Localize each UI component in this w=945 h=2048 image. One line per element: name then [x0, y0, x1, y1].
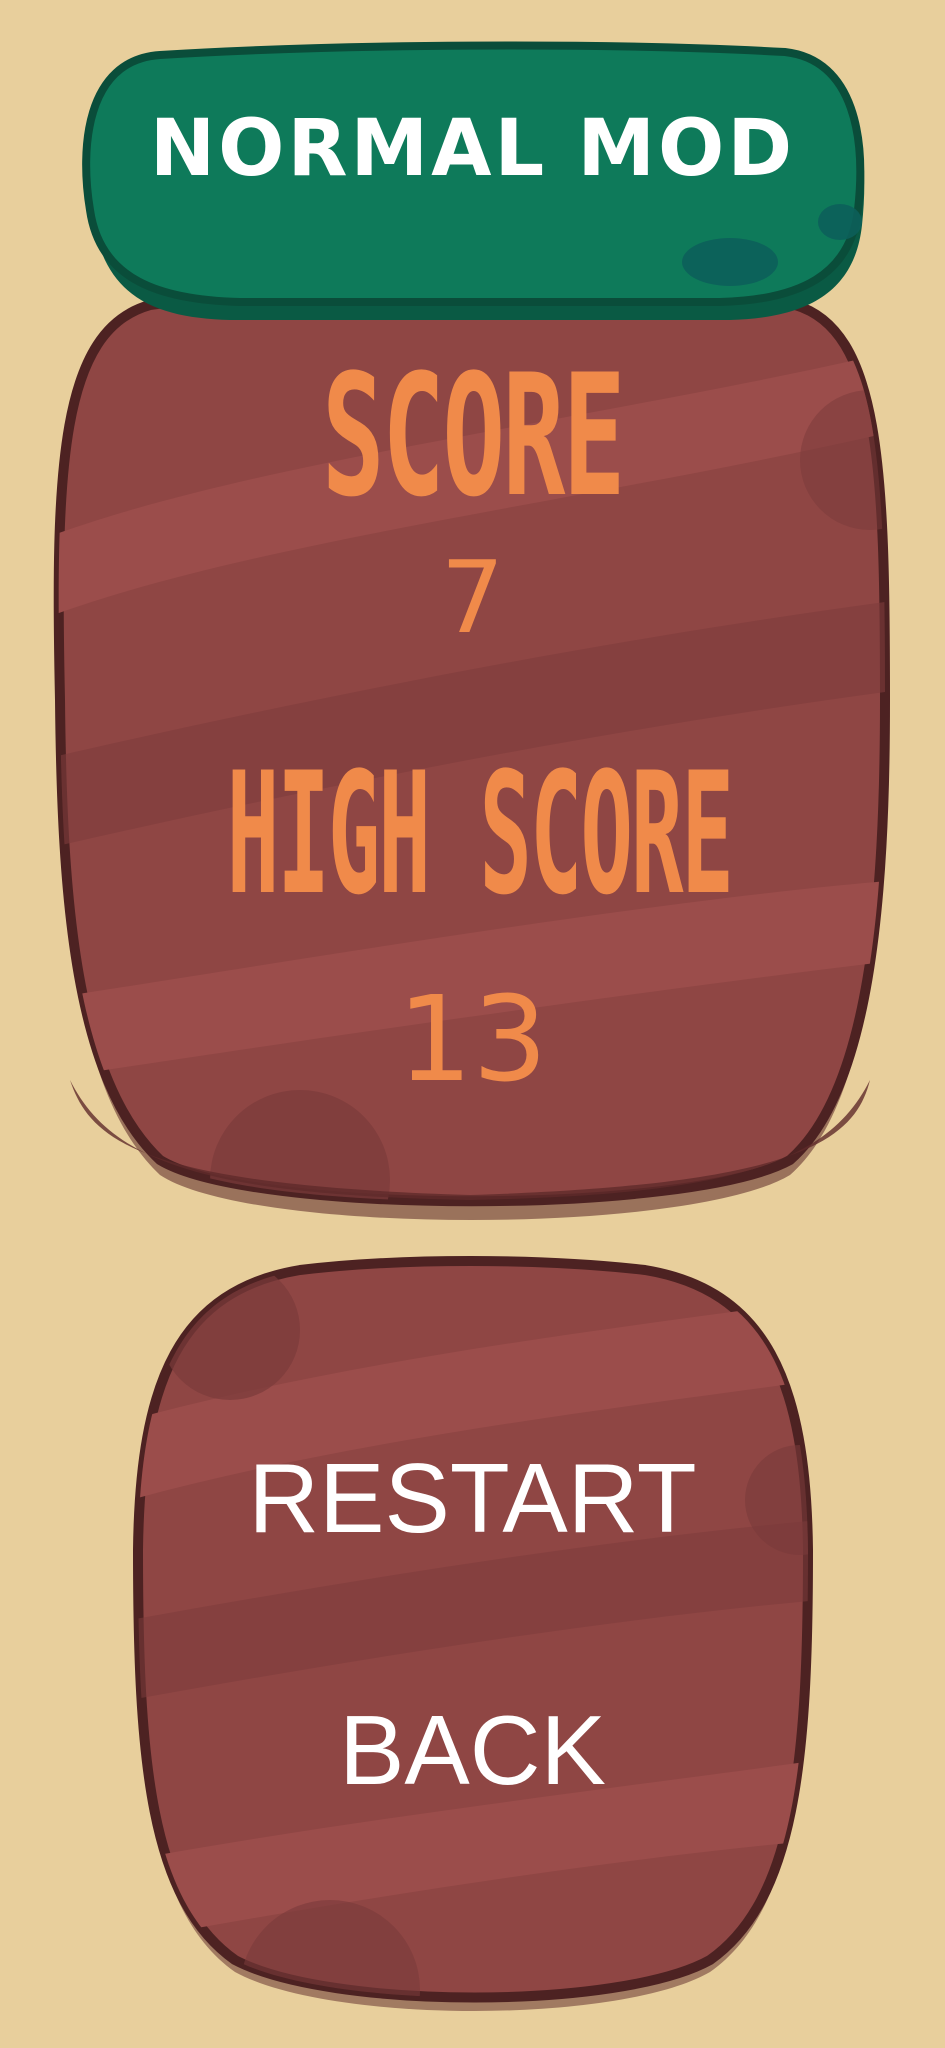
- mode-title: NORMAL MOD: [149, 104, 796, 194]
- back-button[interactable]: BACK: [180, 1680, 765, 1820]
- game-over-screen: NORMAL MOD SCORE 7 HIGH SCORE 13 RESTART…: [0, 0, 945, 2048]
- high-score-value: 13: [397, 970, 548, 1108]
- restart-button[interactable]: RESTART: [180, 1428, 765, 1568]
- score-value: 7: [440, 539, 505, 656]
- banner-spot: [682, 238, 778, 286]
- score-label: SCORE: [321, 338, 626, 534]
- banner-spot: [818, 204, 862, 240]
- high-score-label: HIGH SCORE: [226, 736, 734, 932]
